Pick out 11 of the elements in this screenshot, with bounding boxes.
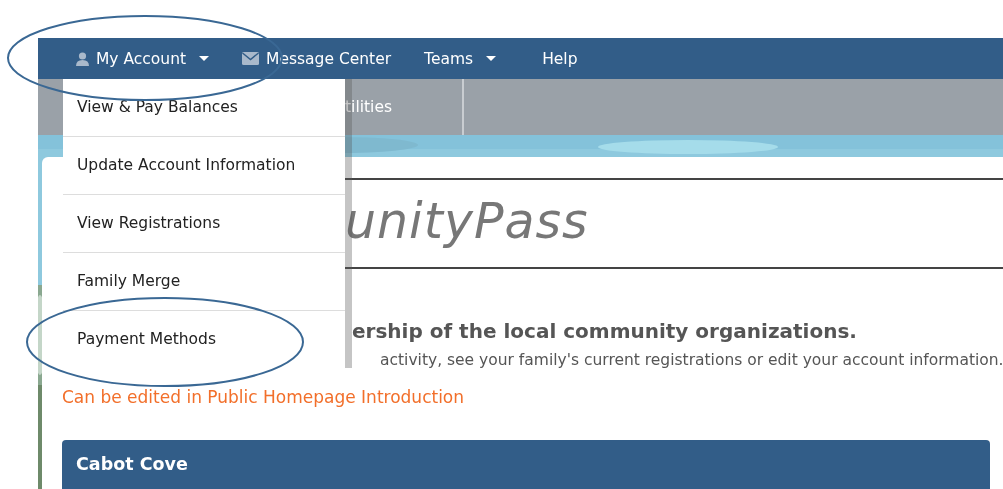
logo-text: unityPass — [345, 193, 589, 250]
user-icon — [76, 51, 89, 66]
intro-note: Can be edited in Public Homepage Introduction — [62, 387, 465, 407]
nav-item[interactable]: Help — [542, 38, 578, 79]
nav-item[interactable]: My Account — [76, 38, 210, 79]
intro-text: activity, see your family's current registrations or edit your account information. — [380, 351, 1003, 369]
envelope-icon — [242, 52, 260, 65]
nav-item[interactable]: Message Center — [242, 38, 392, 79]
intro-heading: ership of the local community organizations. — [352, 319, 857, 343]
nav-item[interactable]: Teams — [424, 38, 497, 79]
section-header: Cabot Cove — [62, 440, 990, 489]
